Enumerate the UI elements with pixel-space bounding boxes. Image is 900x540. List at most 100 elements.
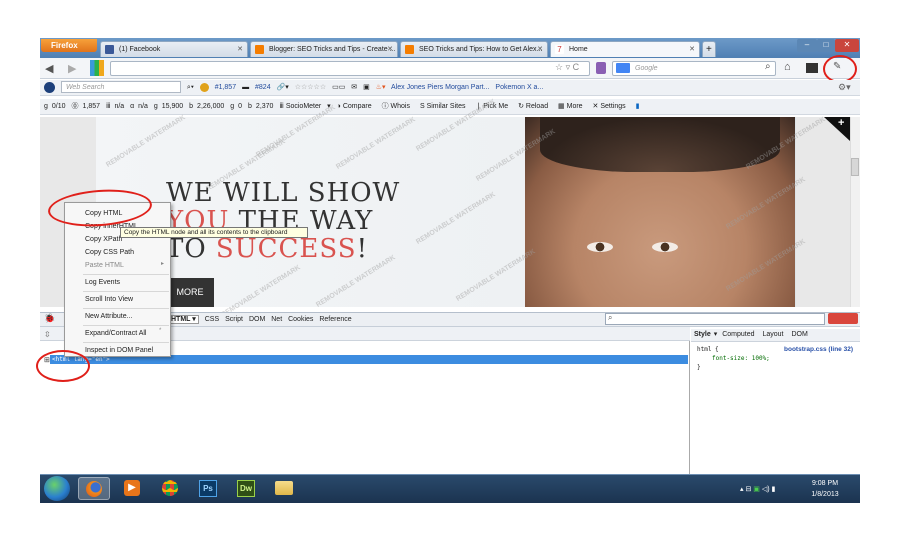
back-icon[interactable]: ◀ [45, 62, 53, 75]
more-button[interactable]: ▦ More [558, 103, 587, 110]
tab-html[interactable]: HTML ▾ [168, 315, 199, 324]
linkedin-icon[interactable]: ▮ [636, 103, 640, 110]
firebug-window-controls[interactable] [828, 313, 858, 324]
close-tab-icon[interactable]: ✕ [237, 42, 243, 57]
menu-item-new-attribute[interactable]: New Attribute... [85, 311, 132, 323]
bing-index-value: 2,26,000 [197, 103, 225, 110]
alexa-icon [199, 82, 209, 92]
dreamweaver-icon: Dw [237, 480, 255, 497]
taskbar-photoshop[interactable]: Ps [192, 477, 224, 500]
start-button[interactable] [44, 476, 70, 501]
toolbar-settings-icon[interactable]: ⚙▾ [838, 82, 851, 93]
tab-label: (1) Facebook [119, 46, 161, 53]
tab-facebook[interactable]: (1) Facebook ✕ [100, 41, 248, 57]
hero-text: TO [166, 234, 216, 264]
alexa-rank-icon[interactable] [90, 60, 104, 76]
rating-stars[interactable]: ☆☆☆☆☆ [295, 84, 326, 91]
google-icon [616, 63, 630, 73]
tab-css[interactable]: CSS [205, 316, 219, 323]
news-link-1[interactable]: Alex Jones Piers Morgan Part... [391, 84, 489, 91]
search-icon[interactable]: ⌕ [765, 61, 771, 72]
inspect-icon[interactable]: ⇳ [44, 330, 51, 339]
blogger-icon [255, 45, 264, 54]
tab-seo-tricks[interactable]: SEO Tricks and Tips: How to Get Alex... … [400, 41, 548, 57]
sociometer-label: SocioMeter [285, 103, 322, 110]
tab-label: SEO Tricks and Tips: How to Get Alex... [419, 46, 543, 53]
new-tab-button[interactable]: + [702, 41, 716, 57]
maximize-button[interactable]: □ [817, 39, 835, 52]
mail-icon[interactable]: ✉ [351, 84, 357, 91]
menu-item-copy-xpath[interactable]: Copy XPath [85, 234, 122, 246]
css-property[interactable]: font-size: 100%; [712, 355, 770, 362]
google-index-icon: g [153, 103, 158, 110]
close-tab-icon[interactable]: ✕ [387, 42, 393, 57]
tab-home[interactable]: 7 Home ✕ [550, 41, 700, 57]
whois-button[interactable]: ⓘ Whois [382, 103, 414, 110]
google-backlinks-icon: g [230, 103, 235, 110]
compare-label: Compare [342, 103, 372, 110]
tab-reference[interactable]: Reference [319, 316, 351, 323]
tab-script[interactable]: Script [225, 316, 243, 323]
menu-item-copy-css-path[interactable]: Copy CSS Path [85, 247, 134, 259]
tab-style[interactable]: Style [694, 331, 711, 338]
alexa-icon: ⓪ [71, 103, 79, 110]
system-tray[interactable]: ▴ ⊟ ▣ ◁) ▮ [740, 485, 775, 493]
fire-icon[interactable]: ♨▾ [376, 84, 386, 91]
plus-icon[interactable]: + [838, 117, 844, 129]
url-bar[interactable] [110, 61, 590, 76]
tab-style-dom[interactable]: DOM [791, 331, 807, 338]
media-player-icon: ▶ [124, 480, 140, 496]
firebug-bug-icon[interactable]: 🐞 [44, 313, 55, 324]
taskbar-chrome[interactable] [154, 477, 186, 500]
tab-label: Blogger: SEO Tricks and Tips - Create ..… [269, 46, 396, 53]
menu-item-expand-contract-all[interactable]: Expand/Contract All [85, 328, 146, 340]
link-icon[interactable]: 🔗▾ [277, 84, 289, 91]
taskbar-dreamweaver[interactable]: Dw [230, 477, 262, 500]
forward-icon[interactable]: ▶ [68, 62, 76, 75]
search-icon[interactable]: ⌕▾ [187, 84, 194, 91]
bookmark-star-icon[interactable]: ☆ ▿ C [555, 62, 579, 73]
tab-blogger[interactable]: Blogger: SEO Tricks and Tips - Create ..… [250, 41, 398, 57]
clock[interactable]: 9:08 PM 1/8/2013 [800, 478, 850, 500]
page-scrollbar[interactable] [850, 117, 860, 307]
taskbar-firefox[interactable] [78, 477, 110, 500]
page-icon[interactable]: ▭▭ [332, 84, 345, 91]
close-window-button[interactable]: ✕ [835, 39, 859, 52]
more-button[interactable]: MORE [166, 278, 214, 307]
tab-cookies[interactable]: Cookies [288, 316, 313, 323]
tab-layout[interactable]: Layout [762, 331, 783, 338]
web-search-input[interactable]: Web Search [60, 81, 181, 94]
google-search-input[interactable]: Google [612, 61, 776, 76]
home-icon[interactable]: ⌂ [784, 61, 791, 73]
similar-sites-button[interactable]: S Similar Sites [420, 103, 470, 110]
firebug-search-input[interactable] [605, 313, 825, 325]
reload-button[interactable]: ↻ Reload [518, 103, 552, 110]
taskbar-media-player[interactable]: ▶ [116, 477, 148, 500]
settings-button[interactable]: ✕ Settings [593, 103, 630, 110]
firefox-menu-button[interactable]: Firefox [41, 39, 97, 52]
close-tab-icon[interactable]: ✕ [689, 42, 695, 57]
quantcast-value: n/a [138, 103, 148, 110]
close-tab-icon[interactable]: ✕ [537, 42, 543, 57]
puzzle-icon[interactable]: ▣ [363, 84, 370, 91]
ask-icon[interactable] [44, 81, 55, 93]
compare-button[interactable]: ◑ Compare [337, 103, 376, 110]
screen-icon[interactable] [806, 63, 818, 73]
news-link-2[interactable]: Pokemon X a... [495, 84, 543, 91]
css-source-link[interactable]: bootstrap.css (line 32) [784, 346, 853, 353]
google-index-value: 15,900 [161, 103, 184, 110]
scrollbar-thumb[interactable] [851, 158, 859, 176]
menu-item-paste-html[interactable]: Paste HTML [85, 260, 124, 272]
minimize-button[interactable]: – [797, 39, 817, 52]
addon-icon[interactable] [596, 62, 606, 74]
menu-item-log-events[interactable]: Log Events [85, 277, 120, 289]
menu-separator [83, 274, 169, 275]
taskbar-explorer[interactable] [268, 477, 300, 500]
menu-item-inspect-dom[interactable]: Inspect in DOM Panel [85, 345, 153, 357]
tab-computed[interactable]: Computed [722, 331, 754, 338]
tab-net[interactable]: Net [271, 316, 282, 323]
clock-time: 9:08 PM [811, 480, 839, 487]
firebug-tabs: HTML ▾ CSS Script DOM Net Cookies Refere… [168, 315, 352, 324]
tab-dom[interactable]: DOM [249, 316, 265, 323]
menu-item-scroll-into-view[interactable]: Scroll Into View [85, 294, 133, 306]
